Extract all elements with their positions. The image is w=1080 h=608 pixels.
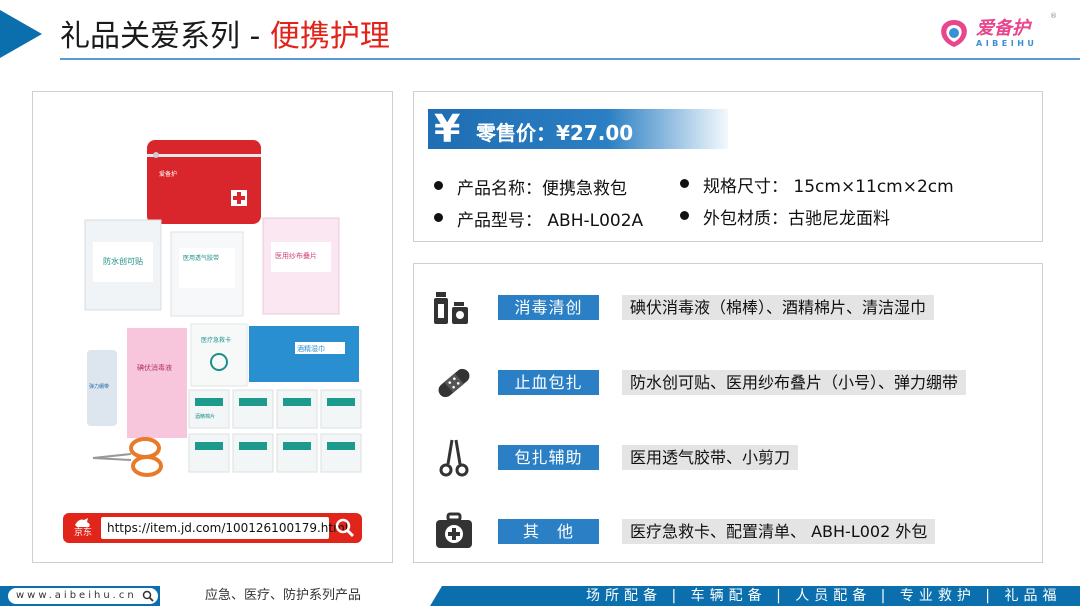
search-icon[interactable] [333,517,357,539]
category-label: 止血包扎 [498,370,599,395]
svg-text:医用纱布叠片: 医用纱布叠片 [275,251,317,260]
title-prefix: 礼品关爱系列 - [60,19,270,54]
spec-product-name: 产品名称：便携急救包 [434,178,627,200]
header-corner-decoration [0,10,42,58]
jd-url-field[interactable]: https://item.jd.com/100126100179.html [101,517,348,539]
footer-services: 场所配备 | 车辆配备 | 人员配备 | 专业救护 | 礼品福利 [586,588,1062,604]
page-title: 礼品关爱系列 - 便携护理 [60,18,390,56]
product-image-panel: 爱备护 防水创可贴 医用透气胶带 医用纱布叠片 碘伏消毒液 医疗急救卡 酒精湿巾 [32,91,393,563]
jd-store-link[interactable]: 京东 https://item.jd.com/100126100179.html [63,513,362,543]
category-label: 包扎辅助 [498,445,599,470]
logo-emblem-icon [941,20,967,47]
category-description: 碘伏消毒液（棉棒）、酒精棉片、清洁湿巾 [622,295,935,320]
category-label: 其 他 [498,519,599,544]
spec-size: 规格尺寸： 15cm×11cm×2cm [680,176,954,198]
svg-text:酒精棉片: 酒精棉片 [195,413,215,420]
svg-text:防水创可贴: 防水创可贴 [103,256,143,266]
header-divider [60,58,1080,60]
jd-dog-icon [75,518,90,527]
title-highlight: 便携护理 [269,19,390,54]
site-url-pill[interactable]: www.aibeihu.cn [8,588,158,604]
category-row-hemostasis: 止血包扎 防水创可贴、医用纱布叠片（小号）、弹力绷带 [414,363,1044,403]
jd-logo-text: 京东 [73,528,92,538]
bullet-icon [434,180,443,190]
price-panel: ¥ 零售价：¥27.00 产品名称：便携急救包 规格尺寸： 15cm×11cm×… [413,91,1043,242]
first-aid-kit-icon [432,512,476,552]
category-row-other: 其 他 医疗急救卡、配置清单、 ABH-L002 外包 [414,512,1044,552]
footer-tagline: 应急、医疗、防护系列产品 [205,588,362,603]
bandage-icon [432,363,476,403]
category-row-disinfection: 消毒清创 碘伏消毒液（棉棒）、酒精棉片、清洁湿巾 [414,288,1044,328]
logo-subtext: AIBEIHU [976,39,1038,48]
contents-panel: 消毒清创 碘伏消毒液（棉棒）、酒精棉片、清洁湿巾 止血包扎 防水创可贴、医用纱布… [413,263,1043,563]
brand-logo: 爱备护 AIBEIHU ® [936,12,1057,52]
product-photo: 爱备护 防水创可贴 医用透气胶带 医用纱布叠片 碘伏消毒液 医疗急救卡 酒精湿巾 [84,140,362,477]
bullet-icon [680,178,689,188]
spec-material: 外包材质：古驰尼龙面料 [680,208,890,230]
category-label: 消毒清创 [498,295,599,320]
category-row-auxiliary: 包扎辅助 医用透气胶带、小剪刀 [414,438,1044,478]
price-banner: ¥ 零售价：¥27.00 [428,107,728,151]
jd-logo: 京东 [67,515,99,541]
scissors-icon [432,438,476,478]
bag-brand-label: 爱备护 [159,170,177,178]
category-description: 医用透气胶带、小剪刀 [622,445,799,470]
bullet-icon [434,212,443,222]
svg-text:医疗急救卡: 医疗急救卡 [201,336,231,344]
footer-bar: www.aibeihu.cn 应急、医疗、防护系列产品 场所配备 | 车辆配备 … [0,586,1080,608]
svg-text:弹力绷带: 弹力绷带 [89,383,109,390]
category-description: 医疗急救卡、配置清单、 ABH-L002 外包 [622,519,936,544]
svg-text:医用透气胶带: 医用透气胶带 [183,254,219,262]
spec-model: 产品型号： ABH-L002A [434,210,643,232]
svg-text:碘伏消毒液: 碘伏消毒液 [137,363,172,372]
svg-text:酒精湿巾: 酒精湿巾 [297,344,325,353]
search-icon [142,590,154,602]
category-description: 防水创可贴、医用纱布叠片（小号）、弹力绷带 [622,370,967,395]
logo-text: 爱备护 [976,18,1030,39]
yen-icon: ¥ [434,107,461,151]
retail-price: 零售价：¥27.00 [476,121,634,145]
bullet-icon [680,210,689,220]
registered-mark: ® [1050,12,1057,20]
bottles-icon [432,288,476,328]
site-url: www.aibeihu.cn [16,590,137,601]
